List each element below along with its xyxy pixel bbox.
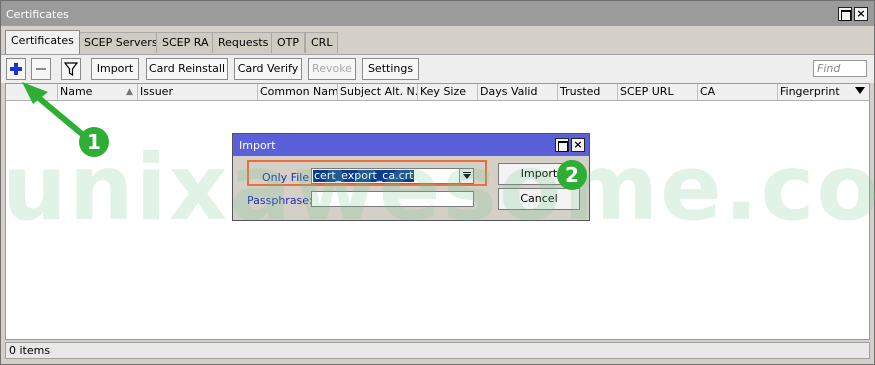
step-badge-1: 1 [79,127,109,157]
annotation-arrow [22,82,85,137]
step-badge-2: 2 [557,160,587,190]
